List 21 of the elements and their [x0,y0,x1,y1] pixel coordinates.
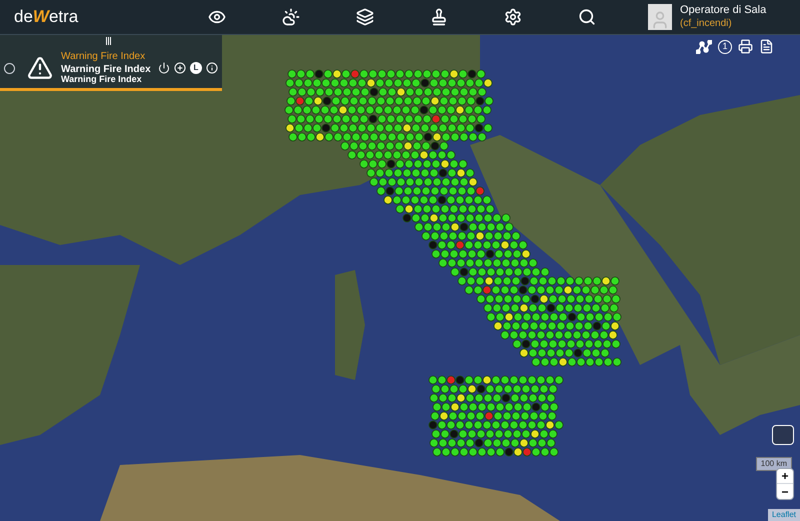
layer-subtitle: Warning Fire Index [61,75,143,84]
counter-badge[interactable]: 1 [718,40,732,54]
drag-handle-icon[interactable] [106,37,112,45]
world-map-button[interactable] [772,425,794,445]
document-icon[interactable] [759,39,774,54]
avatar-icon [648,4,672,30]
user-role: (cf_incendi) [680,18,733,30]
layer-toggle-icon[interactable] [4,62,15,74]
layer-category: Warning Fire Index [61,52,146,62]
info-icon[interactable] [206,62,218,74]
add-icon[interactable] [174,62,186,74]
app-logo: deWetra [13,6,80,28]
printer-icon[interactable] [738,39,753,54]
warning-icon [27,55,53,81]
legend-button[interactable]: L [190,62,202,74]
power-icon[interactable] [158,62,170,74]
zoom-in-button[interactable]: + [777,469,793,484]
zoom-out-button[interactable]: − [777,484,793,499]
graph-icon[interactable] [696,40,712,54]
layer-title: Warning Fire Index [61,65,152,75]
user-name: Operatore di Sala [680,4,768,18]
